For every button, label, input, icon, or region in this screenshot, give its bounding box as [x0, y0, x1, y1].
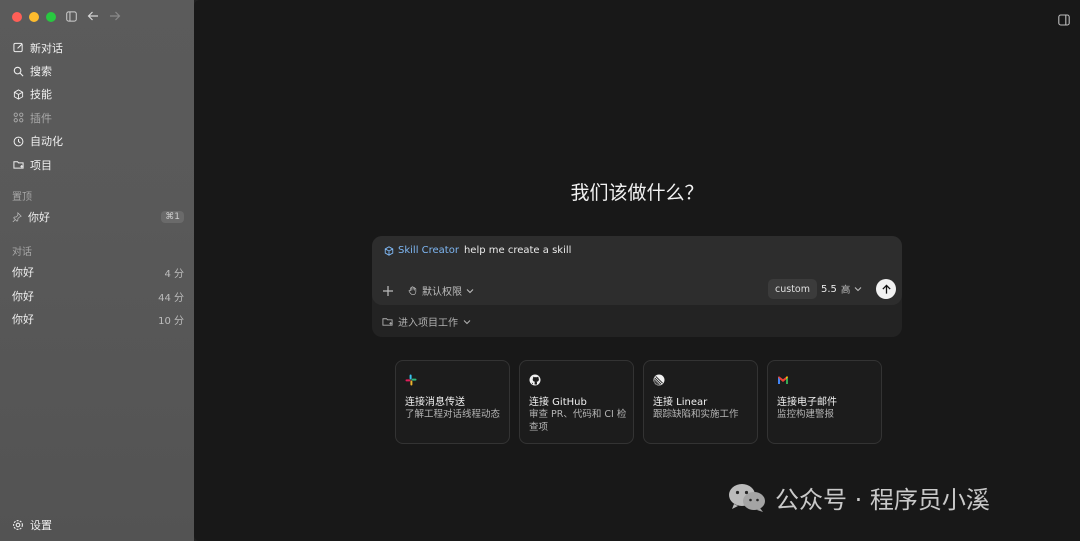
- linear-icon: [653, 371, 665, 386]
- chevron-down-icon: [466, 287, 474, 295]
- github-icon: [529, 371, 541, 386]
- slack-icon: [405, 371, 417, 386]
- pin-icon: [12, 212, 22, 222]
- permission-label: 默认权限: [422, 287, 462, 298]
- sidebar-item-skills[interactable]: 技能: [12, 83, 184, 106]
- connect-email-card[interactable]: 连接电子邮件 监控构建警报: [767, 360, 882, 444]
- chat-item[interactable]: 你好 44 分: [12, 286, 184, 306]
- sidebar-item-label: 新对话: [30, 41, 63, 55]
- chat-item-time: 4 分: [164, 268, 184, 280]
- sidebar-item-label: 插件: [30, 111, 52, 125]
- chat-item-label: 你好: [12, 290, 34, 303]
- search-icon: [12, 65, 24, 77]
- toolbar: [66, 10, 121, 22]
- window-controls: [12, 12, 56, 22]
- sidebar: 新对话 搜索 技能 插件 自动化 项目 置顶 你好 ⌘1 对话 你好 4 分 你…: [0, 0, 194, 541]
- sidebar-item-automation[interactable]: 自动化: [12, 130, 184, 153]
- connector-cards: 连接消息传送 了解工程对话线程动态 连接 GitHub 审查 PR、代码和 CI…: [395, 360, 882, 444]
- prompt-input[interactable]: Skill Creator help me create a skill: [384, 245, 571, 256]
- wechat-watermark: 公众号 · 程序员小溪: [727, 480, 990, 515]
- skill-chip[interactable]: Skill Creator: [398, 245, 459, 256]
- settings-label: 设置: [30, 519, 52, 532]
- card-title: 连接 Linear: [653, 397, 708, 408]
- model-selector[interactable]: 5.5 高: [821, 279, 862, 299]
- pinned-chat-label: 你好: [28, 211, 50, 224]
- back-arrow-icon[interactable]: [87, 10, 99, 22]
- close-window-button[interactable]: [12, 12, 22, 22]
- pinned-section-label: 置顶: [12, 192, 32, 203]
- sidebar-item-label: 搜索: [30, 65, 52, 79]
- right-panel-toggle-icon[interactable]: [1058, 11, 1070, 30]
- hand-icon: [408, 285, 418, 296]
- settings-button[interactable]: 设置: [12, 517, 52, 533]
- mode-badge[interactable]: custom: [768, 279, 817, 299]
- model-version: 5.5: [821, 283, 837, 295]
- minimize-window-button[interactable]: [29, 12, 39, 22]
- card-title: 连接消息传送: [405, 397, 465, 408]
- composer[interactable]: Skill Creator help me create a skill 默认权…: [372, 236, 902, 305]
- skill-cube-icon: [384, 245, 394, 256]
- folder-icon: [382, 316, 393, 327]
- send-button[interactable]: [876, 279, 896, 299]
- card-title: 连接电子邮件: [777, 397, 837, 408]
- project-dropdown[interactable]: 进入项目工作: [382, 314, 471, 329]
- attach-plus-icon[interactable]: [382, 285, 394, 297]
- card-description: 监控构建警报: [777, 409, 835, 420]
- sidebar-item-search[interactable]: 搜索: [12, 59, 184, 82]
- sidebar-item-label: 技能: [30, 88, 52, 102]
- chat-item[interactable]: 你好 10 分: [12, 309, 184, 329]
- main-panel: 我们该做什么？ Skill Creator help me create a s…: [194, 0, 1080, 541]
- skills-cube-icon: [12, 88, 24, 100]
- chat-item-time: 44 分: [158, 292, 184, 304]
- sidebar-toggle-icon[interactable]: [66, 10, 77, 22]
- clock-icon: [12, 135, 24, 147]
- chevron-down-icon: [463, 318, 471, 326]
- arrow-up-icon: [881, 283, 892, 295]
- sidebar-item-label: 项目: [30, 158, 52, 172]
- chat-item[interactable]: 你好 4 分: [12, 262, 184, 282]
- sidebar-item-projects[interactable]: 项目: [12, 153, 184, 176]
- chats-section-label: 对话: [12, 247, 32, 258]
- project-label: 进入项目工作: [398, 318, 458, 329]
- folder-icon: [12, 159, 24, 171]
- card-description: 跟踪缺陷和实施工作: [653, 409, 739, 420]
- plugins-grid-icon: [12, 112, 24, 124]
- sidebar-item-plugins[interactable]: 插件: [12, 106, 184, 129]
- chat-item-time: 10 分: [158, 315, 184, 327]
- forward-arrow-icon[interactable]: [109, 10, 121, 22]
- wechat-icon: [727, 482, 767, 514]
- card-description: 了解工程对话线程动态: [405, 409, 501, 420]
- composer-container: Skill Creator help me create a skill 默认权…: [372, 236, 902, 337]
- card-description: 审查 PR、代码和 CI 检查项: [529, 409, 627, 433]
- prompt-text: help me create a skill: [463, 245, 572, 256]
- chat-item-label: 你好: [12, 266, 34, 279]
- gmail-icon: [777, 371, 789, 384]
- zoom-window-button[interactable]: [46, 12, 56, 22]
- gear-icon: [12, 519, 24, 531]
- pinned-chat-item[interactable]: 你好 ⌘1: [12, 207, 184, 227]
- sidebar-item-label: 自动化: [30, 135, 63, 149]
- sidebar-item-new-chat[interactable]: 新对话: [12, 36, 184, 59]
- connect-linear-card[interactable]: 连接 Linear 跟踪缺陷和实施工作: [643, 360, 758, 444]
- chat-item-label: 你好: [12, 313, 34, 326]
- permission-dropdown[interactable]: 默认权限: [408, 283, 474, 298]
- card-title: 连接 GitHub: [529, 397, 587, 408]
- sidebar-nav: 新对话 搜索 技能 插件 自动化 项目: [12, 36, 184, 176]
- page-title: 我们该做什么？: [570, 182, 704, 204]
- watermark-text: 公众号 · 程序员小溪: [775, 486, 990, 514]
- chevron-down-icon: [854, 285, 862, 293]
- shortcut-badge: ⌘1: [161, 211, 184, 223]
- effort-level: 高: [840, 285, 851, 296]
- connect-github-card[interactable]: 连接 GitHub 审查 PR、代码和 CI 检查项: [519, 360, 634, 444]
- connect-slack-card[interactable]: 连接消息传送 了解工程对话线程动态: [395, 360, 510, 444]
- composer-controls: 默认权限: [382, 283, 474, 298]
- new-chat-icon: [12, 42, 24, 54]
